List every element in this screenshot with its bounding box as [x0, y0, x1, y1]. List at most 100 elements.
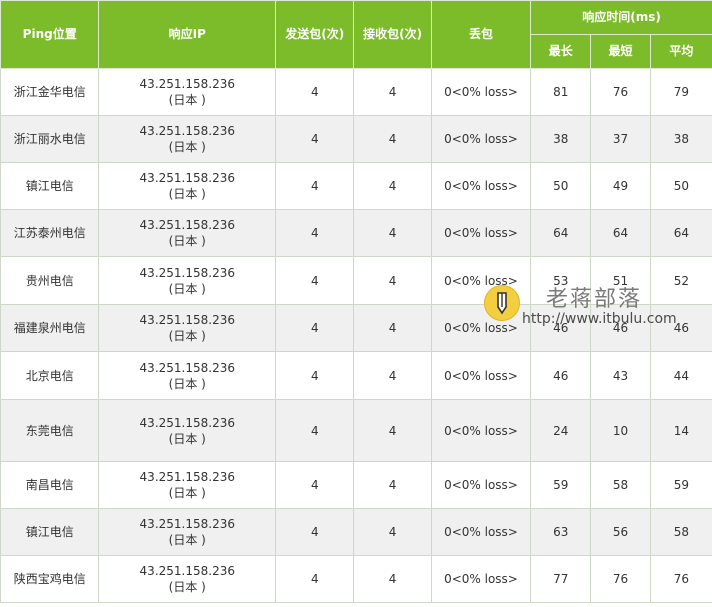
cell-packets-sent: 4 — [275, 555, 355, 603]
cell-time-avg: 58 — [649, 508, 712, 556]
table-row: 镇江电信 43.251.158.236 (日本 ) 4 4 0<0% loss> 50 49 5… — [0, 162, 712, 210]
cell-location: 东莞电信 — [0, 399, 100, 462]
cell-response-ip: 43.251.158.236 (日本 ) — [98, 162, 277, 210]
table-row: 北京电信 43.251.158.236 (日本 ) 4 4 0<0% loss> 46 43 4… — [0, 351, 712, 400]
ip-region: (日本 ) — [168, 140, 206, 154]
cell-time-min: 49 — [590, 162, 651, 210]
cell-time-avg: 59 — [649, 461, 712, 509]
cell-packet-loss: 0<0% loss> — [430, 351, 532, 400]
cell-response-ip: 43.251.158.236 (日本 ) — [98, 304, 277, 352]
ip-region: (日本 ) — [168, 93, 206, 107]
cell-response-ip: 43.251.158.236 (日本 ) — [98, 115, 277, 163]
table-row: 福建泉州电信 43.251.158.236 (日本 ) 4 4 0<0% loss> 46 4… — [0, 304, 712, 352]
cell-packet-loss: 0<0% loss> — [430, 68, 532, 116]
ip-address: 43.251.158.236 — [139, 313, 235, 327]
ip-address: 43.251.158.236 — [139, 77, 235, 91]
cell-location: 南昌电信 — [0, 461, 100, 509]
cell-location: 浙江金华电信 — [0, 68, 100, 116]
cell-location: 镇江电信 — [0, 508, 100, 556]
table-row: 浙江丽水电信 43.251.158.236 (日本 ) 4 4 0<0% loss> 38 3… — [0, 115, 712, 163]
cell-location: 浙江丽水电信 — [0, 115, 100, 163]
cell-time-avg: 76 — [649, 555, 712, 603]
cell-response-ip: 43.251.158.236 (日本 ) — [98, 399, 277, 462]
cell-packets-sent: 4 — [275, 399, 355, 462]
ip-address: 43.251.158.236 — [139, 360, 235, 375]
cell-time-min: 46 — [590, 304, 651, 352]
cell-packet-loss: 0<0% loss> — [430, 209, 532, 257]
cell-time-max: 53 — [530, 256, 592, 305]
cell-packets-received: 4 — [353, 115, 432, 163]
header-response-ip: 响应IP — [98, 0, 277, 69]
cell-time-max: 77 — [530, 555, 592, 603]
ip-address: 43.251.158.236 — [139, 218, 235, 232]
ping-results-table: Ping位置 响应IP 发送包(次) 接收包(次) 丢包 响应时间(ms) 最长… — [0, 0, 712, 603]
cell-packet-loss: 0<0% loss> — [430, 461, 532, 509]
ip-address: 43.251.158.236 — [139, 564, 235, 578]
cell-time-min: 76 — [590, 68, 651, 116]
ip-address: 43.251.158.236 — [139, 171, 235, 185]
ip-region: (日本 ) — [168, 376, 206, 391]
cell-time-min: 10 — [590, 399, 651, 462]
cell-packets-sent: 4 — [275, 461, 355, 509]
cell-time-max: 38 — [530, 115, 592, 163]
cell-packet-loss: 0<0% loss> — [430, 162, 532, 210]
cell-packets-received: 4 — [353, 399, 432, 462]
table-row: 贵州电信 43.251.158.236 (日本 ) 4 4 0<0% loss> 53 51 5… — [0, 256, 712, 305]
header-response-time: 响应时间(ms) — [530, 0, 712, 35]
cell-packet-loss: 0<0% loss> — [430, 399, 532, 462]
cell-packets-received: 4 — [353, 162, 432, 210]
cell-time-avg: 64 — [649, 209, 712, 257]
ip-region: (日本 ) — [168, 431, 206, 446]
cell-packets-sent: 4 — [275, 304, 355, 352]
cell-location: 镇江电信 — [0, 162, 100, 210]
cell-response-ip: 43.251.158.236 (日本 ) — [98, 351, 277, 400]
cell-time-max: 24 — [530, 399, 592, 462]
ip-region: (日本 ) — [168, 281, 206, 296]
cell-time-max: 63 — [530, 508, 592, 556]
cell-packets-received: 4 — [353, 209, 432, 257]
ip-address: 43.251.158.236 — [139, 415, 235, 430]
cell-time-max: 59 — [530, 461, 592, 509]
cell-time-avg: 50 — [649, 162, 712, 210]
cell-response-ip: 43.251.158.236 (日本 ) — [98, 209, 277, 257]
table-row: 陕西宝鸡电信 43.251.158.236 (日本 ) 4 4 0<0% loss> 77 7… — [0, 555, 712, 603]
cell-time-min: 76 — [590, 555, 651, 603]
cell-time-min: 56 — [590, 508, 651, 556]
cell-packets-received: 4 — [353, 304, 432, 352]
cell-time-avg: 52 — [649, 256, 712, 305]
cell-time-max: 81 — [530, 68, 592, 116]
cell-response-ip: 43.251.158.236 (日本 ) — [98, 68, 277, 116]
table-row: 镇江电信 43.251.158.236 (日本 ) 4 4 0<0% loss> 63 56 5… — [0, 508, 712, 556]
ping-results-body: 浙江金华电信 43.251.158.236 (日本 ) 4 4 0<0% loss> 81 7… — [0, 68, 712, 603]
cell-time-min: 37 — [590, 115, 651, 163]
cell-packets-received: 4 — [353, 508, 432, 556]
table-row: 东莞电信 43.251.158.236 (日本 ) 4 4 0<0% loss> 24 10 1… — [0, 399, 712, 462]
ip-region: (日本 ) — [168, 234, 206, 248]
cell-time-max: 46 — [530, 351, 592, 400]
cell-time-min: 64 — [590, 209, 651, 257]
cell-time-max: 64 — [530, 209, 592, 257]
cell-time-max: 50 — [530, 162, 592, 210]
ip-address: 43.251.158.236 — [139, 265, 235, 280]
cell-packets-sent: 4 — [275, 508, 355, 556]
header-time-max: 最长 — [530, 34, 592, 69]
header-packets-sent: 发送包(次) — [275, 0, 355, 69]
cell-packet-loss: 0<0% loss> — [430, 256, 532, 305]
header-time-avg: 平均 — [649, 34, 712, 69]
cell-response-ip: 43.251.158.236 (日本 ) — [98, 256, 277, 305]
cell-packets-sent: 4 — [275, 115, 355, 163]
cell-packet-loss: 0<0% loss> — [430, 115, 532, 163]
cell-packets-received: 4 — [353, 256, 432, 305]
header-packet-loss: 丢包 — [430, 0, 532, 69]
header-location: Ping位置 — [0, 0, 100, 69]
table-row: 南昌电信 43.251.158.236 (日本 ) 4 4 0<0% loss> 59 58 5… — [0, 461, 712, 509]
cell-time-min: 43 — [590, 351, 651, 400]
cell-location: 北京电信 — [0, 351, 100, 400]
cell-response-ip: 43.251.158.236 (日本 ) — [98, 461, 277, 509]
cell-packets-sent: 4 — [275, 162, 355, 210]
cell-packets-received: 4 — [353, 555, 432, 603]
cell-packets-received: 4 — [353, 351, 432, 400]
cell-packets-sent: 4 — [275, 209, 355, 257]
cell-packets-sent: 4 — [275, 351, 355, 400]
cell-packets-sent: 4 — [275, 256, 355, 305]
